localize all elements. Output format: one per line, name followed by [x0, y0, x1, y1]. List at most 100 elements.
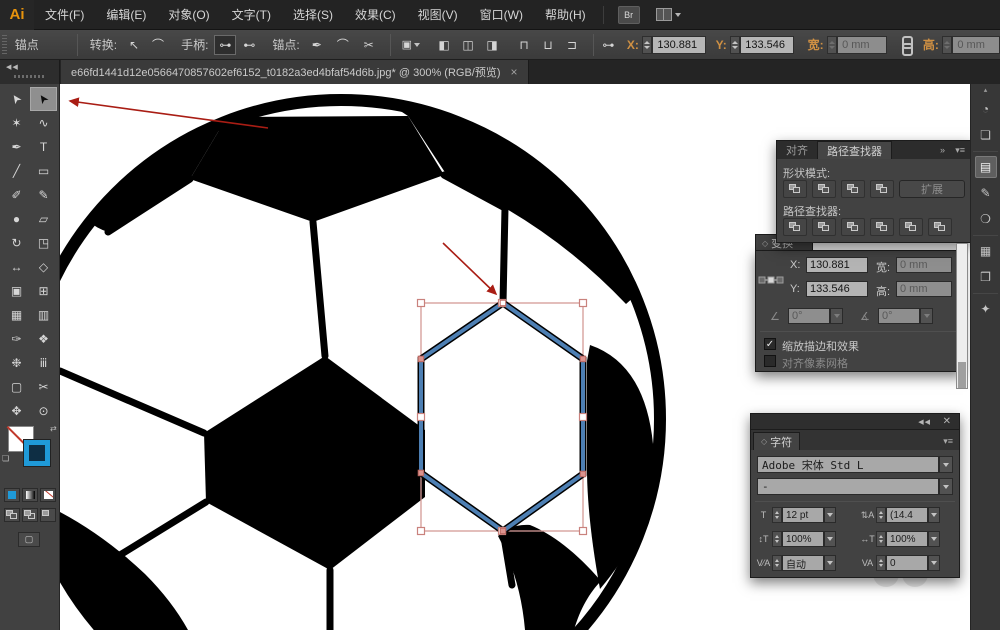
close-tab-icon[interactable]: × [511, 65, 518, 79]
panel-collapse-icon[interactable]: » [940, 145, 945, 155]
crop-button[interactable] [870, 218, 894, 236]
constrain-proportions-icon[interactable] [899, 36, 911, 54]
horizontal-scale-value[interactable]: 100% [886, 531, 928, 547]
align-horizontal-left-button[interactable]: ◧ [433, 35, 455, 55]
gradient-button[interactable] [22, 488, 38, 502]
tracking-stepper[interactable] [876, 555, 886, 571]
pencil-tool[interactable]: ✎ [30, 183, 57, 207]
distribute-bottom-button[interactable]: ⊐ [561, 35, 583, 55]
selection-tool[interactable]: ➤ [3, 87, 30, 111]
align-horizontal-right-button[interactable]: ◨ [481, 35, 503, 55]
font-size-stepper[interactable] [772, 507, 782, 523]
line-segment-tool[interactable]: ╱ [3, 159, 30, 183]
blend-tool[interactable]: ❖ [30, 327, 57, 351]
panel-scrollbar-thumb[interactable] [958, 362, 966, 388]
y-stepper[interactable] [730, 36, 740, 54]
dock-brushes-panel-icon[interactable]: ✎ [975, 182, 997, 204]
toolbar-collapse-button[interactable]: ◀◀ [6, 63, 19, 71]
x-input[interactable]: 130.881 [806, 257, 868, 273]
menu-item-1[interactable]: 编辑(E) [95, 0, 157, 30]
convert-to-smooth-button[interactable]: ⌒ [147, 35, 169, 55]
distribute-top-button[interactable]: ⊓ [513, 35, 535, 55]
menu-item-7[interactable]: 窗口(W) [469, 0, 534, 30]
font-family-value[interactable]: Adobe 宋体 Std L [757, 456, 939, 473]
eraser-tool[interactable]: ▱ [30, 207, 57, 231]
menu-item-0[interactable]: 文件(F) [34, 0, 95, 30]
horizontal-scale-stepper[interactable] [876, 531, 886, 547]
x-stepper[interactable] [642, 36, 652, 54]
font-family-dropdown[interactable] [939, 456, 953, 473]
menu-item-5[interactable]: 效果(C) [344, 0, 407, 30]
artboard-tool[interactable]: ▢ [3, 375, 30, 399]
dock-layers-panel-icon[interactable]: ▦ [975, 240, 997, 262]
stroke-swatch-active[interactable] [24, 440, 50, 466]
blob-brush-tool[interactable]: ● [3, 207, 30, 231]
expand-button[interactable]: 扩展 [899, 180, 965, 198]
slice-tool[interactable]: ✂ [30, 375, 57, 399]
dock-symbols-panel-icon[interactable]: ❍ [975, 208, 997, 230]
show-handles-button[interactable]: ⊶ [214, 35, 236, 55]
tab-pathfinder[interactable]: 路径查找器 [817, 141, 892, 159]
y-input[interactable]: 133.546 [740, 36, 793, 54]
toolbar-grip[interactable] [14, 75, 44, 78]
menu-item-6[interactable]: 视图(V) [407, 0, 469, 30]
font-size-dropdown[interactable] [824, 507, 836, 523]
intersect-button[interactable] [841, 180, 865, 198]
rectangle-tool[interactable]: ▭ [30, 159, 57, 183]
kerning-value[interactable]: 自动 [782, 555, 824, 571]
menu-item-4[interactable]: 选择(S) [282, 0, 344, 30]
tracking-dropdown[interactable] [928, 555, 940, 571]
selected-hexagon-path[interactable] [421, 303, 583, 531]
font-size-value[interactable]: 12 pt [782, 507, 824, 523]
connect-path-button[interactable]: ⌒ [332, 35, 354, 55]
leading-stepper[interactable] [876, 507, 886, 523]
panel-close-button[interactable]: ✕ [943, 416, 951, 427]
document-tab[interactable]: e66fd1441d12e0566470857602ef6152_t0182a3… [61, 60, 529, 84]
free-transform-tool[interactable]: ◇ [30, 255, 57, 279]
minus-front-button[interactable] [812, 180, 836, 198]
x-label[interactable]: X: [627, 38, 639, 52]
pen-tool[interactable]: ✒ [3, 135, 30, 159]
bridge-button[interactable]: Br [618, 6, 640, 24]
none-button[interactable] [40, 488, 56, 502]
paintbrush-tool[interactable]: ✐ [3, 183, 30, 207]
divide-button[interactable] [783, 218, 807, 236]
kerning-dropdown[interactable] [824, 555, 836, 571]
dock-scroll-up-icon[interactable]: ▴ [971, 84, 1000, 94]
gradient-tool[interactable]: ▥ [30, 303, 57, 327]
column-graph-tool[interactable]: ⅲ [30, 351, 57, 375]
zoom-tool[interactable]: ⊙ [30, 399, 57, 423]
dock-color-panel-icon[interactable]: ◔ [975, 98, 997, 120]
y-label[interactable]: Y: [716, 38, 727, 52]
tracking-value[interactable]: 0 [886, 555, 928, 571]
dock-appearance-panel-icon[interactable]: ✦ [975, 298, 997, 320]
kerning-stepper[interactable] [772, 555, 782, 571]
swap-fill-stroke-icon[interactable]: ⇄ [50, 424, 57, 433]
panel-collapse-button[interactable]: ◀◀ [918, 418, 931, 426]
symbol-sprayer-tool[interactable]: ❉ [3, 351, 30, 375]
leading-dropdown[interactable] [928, 507, 940, 523]
eyedropper-tool[interactable]: ✑ [3, 327, 30, 351]
pixel-grid-checkbox[interactable] [764, 355, 776, 367]
default-fill-stroke-icon[interactable]: ❏ [2, 454, 9, 463]
unite-button[interactable] [783, 180, 807, 198]
remove-anchor-button[interactable]: ✒ [306, 35, 328, 55]
magic-wand-tool[interactable]: ✶ [3, 111, 30, 135]
vertical-scale-dropdown[interactable] [824, 531, 836, 547]
font-style-combo[interactable]: - [757, 478, 953, 495]
workspace-switcher-button[interactable] [656, 8, 681, 21]
panel-menu-icon[interactable]: ▾≡ [955, 145, 965, 156]
tab-character[interactable]: ◇ 字符 [753, 432, 800, 450]
direct-selection-tool[interactable]: ➤ [30, 87, 57, 111]
perspective-grid-tool[interactable]: ⊞ [30, 279, 57, 303]
panel-menu-icon[interactable]: ▾≡ [943, 436, 953, 447]
menu-item-8[interactable]: 帮助(H) [534, 0, 597, 30]
scale-tool[interactable]: ◳ [30, 231, 57, 255]
hide-handles-button[interactable]: ⊷ [238, 35, 260, 55]
hand-tool[interactable]: ✥ [3, 399, 30, 423]
rotate-tool[interactable]: ↻ [3, 231, 30, 255]
lasso-tool[interactable]: ∿ [30, 111, 57, 135]
color-button[interactable] [4, 488, 20, 502]
dock-links-panel-icon[interactable]: ❒ [975, 266, 997, 288]
tab-align[interactable]: 对齐 [777, 141, 817, 159]
